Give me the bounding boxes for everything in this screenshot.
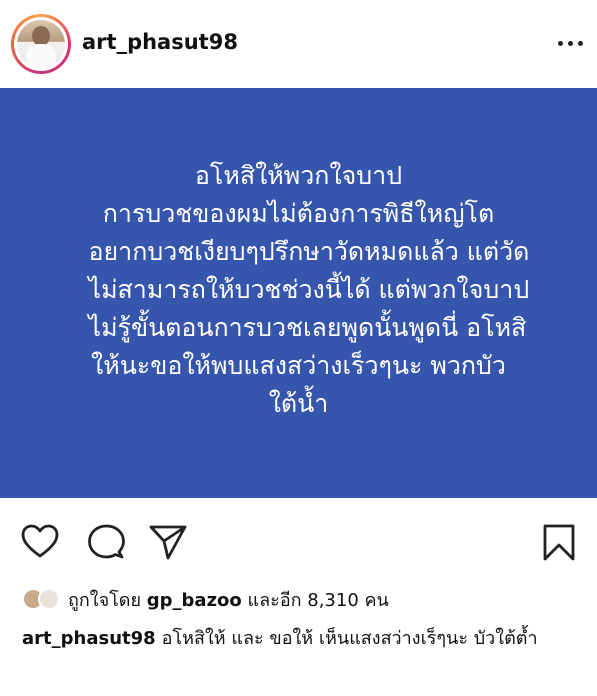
post-text-line: การบวชของผมไม่ต้องการพิธีใหญ่โต	[102, 199, 495, 228]
post-text-line: ไม่สามารถให้บวชช่วงนี้ได้ แต่พวกใจบาป	[88, 275, 530, 304]
bookmark-icon[interactable]	[539, 522, 579, 562]
post-image-text: อโหสิให้พวกใจบาป การบวชของผมไม่ต้องการพิ…	[88, 157, 530, 423]
more-icon[interactable]	[558, 41, 583, 46]
likes-prefix: ถูกใจโดย	[68, 589, 142, 611]
username-link[interactable]: art_phasut98	[82, 30, 238, 54]
post-image[interactable]: อโหสิให้พวกใจบาป การบวชของผมไม่ต้องการพิ…	[0, 88, 597, 498]
comment-icon[interactable]	[86, 522, 126, 562]
likes-summary[interactable]: ถูกใจโดย gp_bazoo และอีก 8,310 คน	[22, 585, 389, 613]
post-text-line: ใต้น้ำ	[268, 389, 329, 418]
avatar[interactable]	[11, 14, 71, 74]
post-caption: art_phasut98 อโหสิให้ และ ขอให้ เห็นแสงสว…	[22, 625, 582, 653]
post-header: art_phasut98	[0, 0, 597, 88]
post-text-line: อโหสิให้พวกใจบาป	[194, 161, 403, 190]
post-text-line: อยากบวชเงียบๆปรึกษาวัดหมดแล้ว แต่วัด	[88, 237, 530, 266]
avatar-image	[17, 20, 65, 68]
heart-icon[interactable]	[20, 522, 60, 562]
share-icon[interactable]	[148, 522, 188, 562]
likes-count: และอีก 8,310 คน	[247, 589, 389, 611]
liker-username[interactable]: gp_bazoo	[147, 590, 242, 611]
post-text-line: ไม่รู้ขั้นตอนการบวชเลยพูดนั้นพูดนี่ อโหส…	[88, 313, 527, 342]
post-text-line: ให้นะขอให้พบแสงสว่างเร็วๆนะ พวกบัว	[91, 351, 506, 380]
action-bar	[0, 498, 597, 580]
liker-avatar	[38, 588, 60, 610]
caption-username[interactable]: art_phasut98	[22, 628, 156, 649]
caption-text: อโหสิให้ และ ขอให้ เห็นแสงสว่างเร็ๆนะ บั…	[161, 628, 538, 649]
